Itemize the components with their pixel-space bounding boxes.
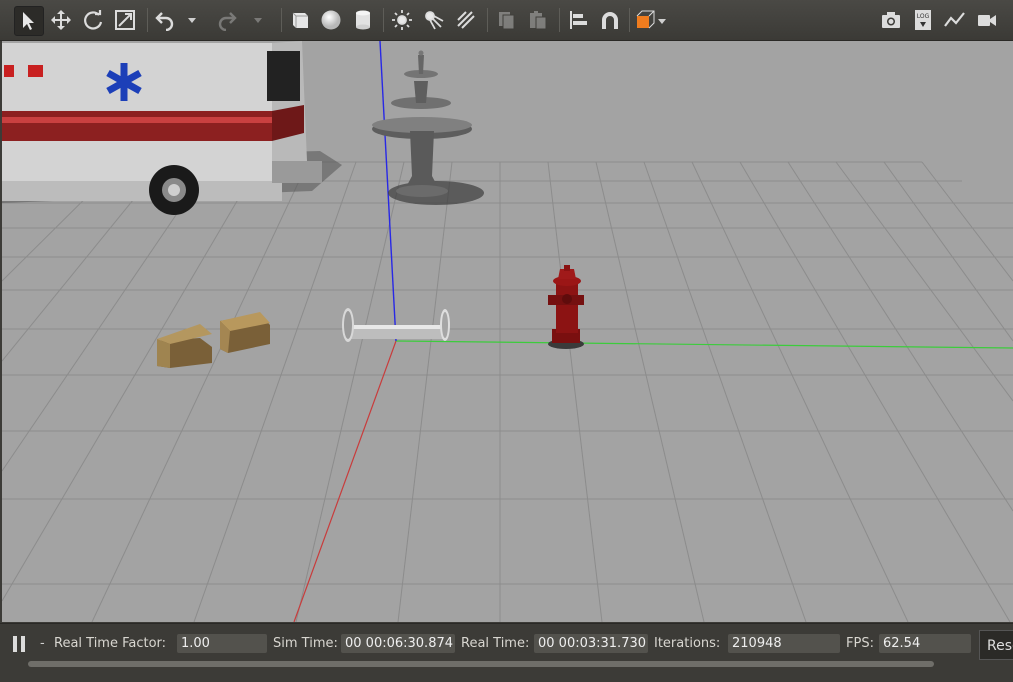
3d-viewport[interactable] <box>2 41 1013 622</box>
real-time-factor-value: 1.00 <box>177 634 267 653</box>
sim-time-label: Sim Time: <box>273 636 338 651</box>
screenshot-icon[interactable] <box>878 7 904 33</box>
undo-history-icon[interactable] <box>184 7 200 33</box>
pause-button[interactable] <box>12 636 28 652</box>
point-light-icon[interactable] <box>389 7 415 33</box>
fps-label: FPS: <box>846 636 874 651</box>
reset-button[interactable]: Reset <box>979 630 1013 660</box>
iterations-label: Iterations: <box>654 636 721 651</box>
cylinder-shape-icon[interactable] <box>350 7 376 33</box>
ambulance-model[interactable] <box>2 41 342 215</box>
iterations-value: 210948 <box>728 634 840 653</box>
log-icon-label: LOG <box>917 13 930 20</box>
step-separator: - <box>40 636 45 651</box>
video-record-icon[interactable] <box>974 7 1000 33</box>
select-mode-icon[interactable] <box>14 6 44 36</box>
toolbar: LOG <box>0 0 1013 41</box>
fps-value: 62.54 <box>879 634 971 653</box>
align-icon[interactable] <box>565 7 591 33</box>
scene-render[interactable] <box>2 41 1013 622</box>
sim-time-value: 00 00:06:30.874 <box>341 634 455 653</box>
view-angle-icon[interactable] <box>634 7 668 33</box>
horizontal-scrollbar[interactable] <box>28 661 934 667</box>
copy-icon[interactable] <box>493 7 519 33</box>
scale-mode-icon[interactable] <box>112 7 138 33</box>
paste-icon[interactable] <box>525 7 551 33</box>
directional-light-icon[interactable] <box>453 7 479 33</box>
status-bar: - Real Time Factor: 1.00 Sim Time: 00 00… <box>0 623 1013 682</box>
snap-icon[interactable] <box>597 7 623 33</box>
sphere-shape-icon[interactable] <box>318 7 344 33</box>
log-icon[interactable]: LOG <box>910 7 936 33</box>
translate-mode-icon[interactable] <box>48 7 74 33</box>
plot-icon[interactable] <box>942 7 968 33</box>
rotate-mode-icon[interactable] <box>80 7 106 33</box>
real-time-value: 00 00:03:31.730 <box>534 634 648 653</box>
redo-history-icon[interactable] <box>250 7 266 33</box>
box-shape-icon[interactable] <box>286 7 312 33</box>
real-time-factor-label: Real Time Factor: <box>54 636 167 651</box>
redo-icon[interactable] <box>214 7 240 33</box>
undo-icon[interactable] <box>152 7 178 33</box>
real-time-label: Real Time: <box>461 636 530 651</box>
spot-light-icon[interactable] <box>421 7 447 33</box>
